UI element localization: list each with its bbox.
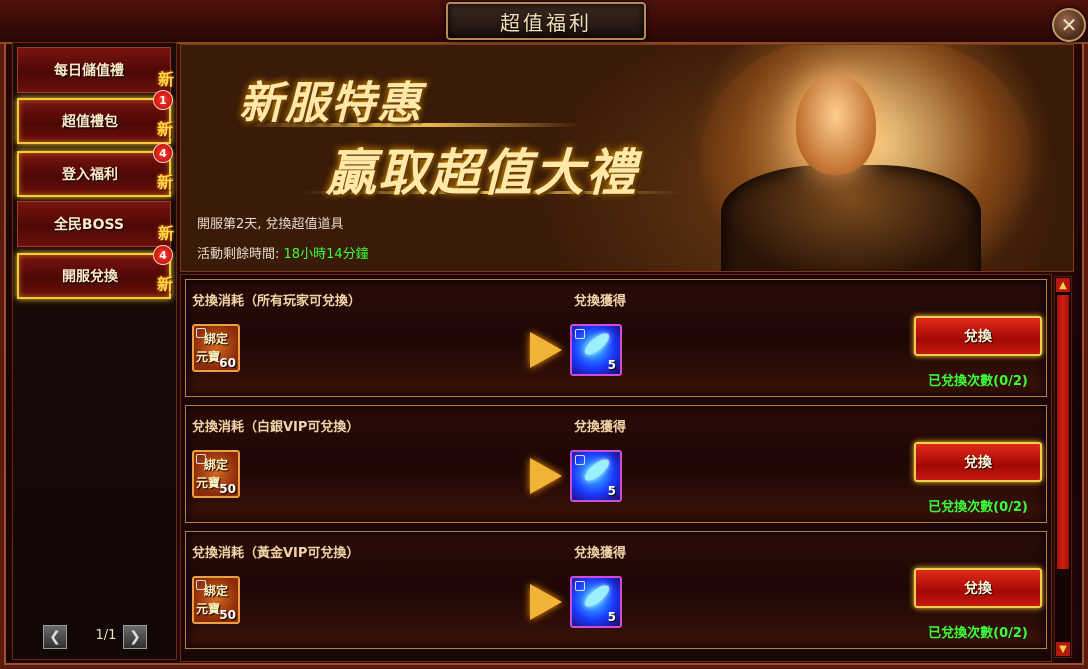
reward-label: 兌換獲得 — [574, 546, 627, 561]
sidebar-item-label: 開服兌換 — [62, 269, 118, 285]
exchange-count: 已兌換次數(0/2) — [928, 500, 1028, 515]
reward-label: 兌換獲得 — [574, 420, 627, 435]
token-text: 綁定 — [204, 332, 229, 346]
token-text: 元寶 — [196, 476, 221, 490]
notification-badge: 4 — [153, 245, 173, 265]
new-tag: 新 — [156, 173, 173, 192]
exchange-row: 兌換消耗（黃金VIP可兌換） 兌換獲得 綁定 元寶 50 5 兌換 已兌換次數(… — [185, 531, 1047, 649]
cost-label: 兌換消耗（黃金VIP可兌換） — [192, 546, 360, 561]
reward-quantity: 5 — [607, 358, 616, 372]
remaining-time-line: 活動剩餘時間: 18小時14分鐘 — [197, 243, 369, 262]
arrow-right-icon — [530, 458, 562, 494]
sidebar-item-label: 超值禮包 — [62, 114, 118, 130]
title-plate: 超值福利 — [446, 2, 646, 40]
sidebar-item-login-bonus[interactable]: 登入福利 新 4 — [17, 143, 173, 197]
token-text: 元寶 — [196, 350, 221, 364]
exchange-row: 兌換消耗（白銀VIP可兌換） 兌換獲得 綁定 元寶 50 5 兌換 已兌換次數(… — [185, 405, 1047, 523]
sidebar: 每日儲值禮 新 超值禮包 新 1 登入福利 新 4 全民BOSS 新 開服兌換 … — [12, 42, 177, 660]
reward-label: 兌換獲得 — [574, 294, 627, 309]
feather-item-icon[interactable]: 5 — [570, 450, 622, 502]
remaining-time-value: 18小時14分鐘 — [283, 247, 369, 262]
new-tag: 新 — [157, 70, 174, 89]
exchange-row: 兌換消耗（所有玩家可兌換） 兌換獲得 綁定 元寶 60 5 兌換 已兌換次數(0… — [185, 279, 1047, 397]
sidebar-item-label: 每日儲值禮 — [54, 63, 124, 79]
dialog-title: 超值福利 — [500, 10, 592, 35]
sidebar-item-label: 登入福利 — [62, 167, 118, 183]
cost-quantity: 50 — [219, 608, 236, 622]
exchange-count: 已兌換次數(0/2) — [928, 626, 1028, 641]
banner-description: 開服第2天, 兌換超值道具 — [197, 217, 344, 232]
exchange-list: 兌換消耗（所有玩家可兌換） 兌換獲得 綁定 元寶 60 5 兌換 已兌換次數(0… — [180, 274, 1052, 662]
new-tag: 新 — [156, 275, 173, 294]
sidebar-item-label: 全民BOSS — [53, 217, 125, 233]
scrollbar[interactable]: ▲ ▼ — [1054, 276, 1072, 658]
pager: ❮ 1/1 ❯ — [43, 625, 173, 651]
remaining-time-label: 活動剩餘時間: — [197, 247, 280, 262]
bound-ingot-icon[interactable]: 綁定 元寶 50 — [192, 450, 240, 498]
scroll-down-icon[interactable]: ▼ — [1056, 642, 1070, 656]
chevron-left-icon[interactable]: ❮ — [43, 625, 67, 649]
sidebar-item-world-boss[interactable]: 全民BOSS 新 — [17, 201, 174, 247]
scrollbar-thumb[interactable] — [1057, 295, 1069, 569]
cost-quantity: 60 — [219, 356, 236, 370]
bound-ingot-icon[interactable]: 綁定 元寶 60 — [192, 324, 240, 372]
exchange-button[interactable]: 兌換 — [914, 442, 1042, 482]
exchange-button[interactable]: 兌換 — [914, 568, 1042, 608]
sidebar-item-daily-topup[interactable]: 每日儲值禮 新 — [17, 47, 174, 93]
close-icon[interactable]: ✕ — [1052, 8, 1086, 42]
cost-label: 兌換消耗（白銀VIP可兌換） — [192, 420, 360, 435]
scroll-up-icon[interactable]: ▲ — [1056, 278, 1070, 292]
hero-armor-illustration — [721, 165, 981, 271]
hero-face-illustration — [796, 75, 876, 175]
lock-icon — [575, 581, 585, 591]
sidebar-item-value-pack[interactable]: 超值禮包 新 1 — [17, 90, 173, 144]
banner-headline: 新服特惠 — [239, 78, 423, 129]
exchange-button[interactable]: 兌換 — [914, 316, 1042, 356]
feather-icon — [581, 581, 613, 611]
feather-icon — [581, 455, 613, 485]
lock-icon — [575, 329, 585, 339]
feather-item-icon[interactable]: 5 — [570, 324, 622, 376]
reward-quantity: 5 — [607, 484, 616, 498]
arrow-right-icon — [530, 332, 562, 368]
new-tag: 新 — [157, 224, 174, 243]
notification-badge: 1 — [153, 90, 173, 110]
notification-badge: 4 — [153, 143, 173, 163]
token-text: 綁定 — [204, 584, 229, 598]
token-text: 元寶 — [196, 602, 221, 616]
new-tag: 新 — [156, 120, 173, 139]
sidebar-item-server-exchange[interactable]: 開服兌換 新 4 — [17, 245, 173, 299]
cost-quantity: 50 — [219, 482, 236, 496]
lock-icon — [575, 455, 585, 465]
arrow-right-icon — [530, 584, 562, 620]
chevron-right-icon[interactable]: ❯ — [123, 625, 147, 649]
token-text: 綁定 — [204, 458, 229, 472]
reward-quantity: 5 — [607, 610, 616, 624]
banner-subheadline: 贏取超值大禮 — [326, 143, 638, 202]
dialog-titlebar: 超值福利 ✕ — [0, 0, 1088, 44]
exchange-count: 已兌換次數(0/2) — [928, 374, 1028, 389]
cost-label: 兌換消耗（所有玩家可兌換） — [192, 294, 362, 309]
bound-ingot-icon[interactable]: 綁定 元寶 50 — [192, 576, 240, 624]
feather-item-icon[interactable]: 5 — [570, 576, 622, 628]
event-banner: 新服特惠 贏取超值大禮 開服第2天, 兌換超值道具 活動剩餘時間: 18小時14… — [180, 44, 1074, 272]
feather-icon — [581, 329, 613, 359]
